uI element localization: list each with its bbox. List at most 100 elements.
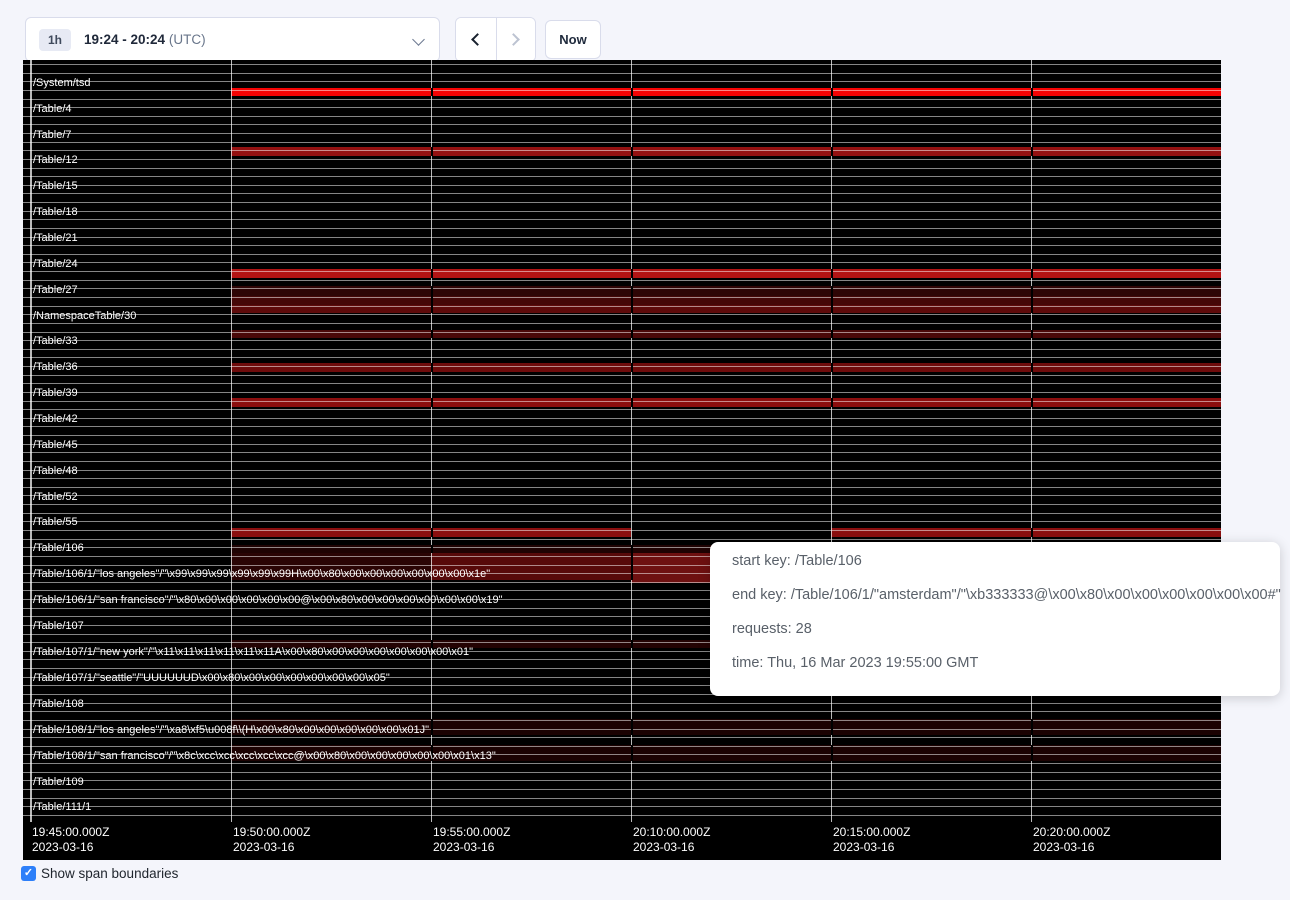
span-boundary-line	[23, 798, 1221, 799]
bucket-boundary-notch	[831, 269, 833, 278]
bucket-boundary-notch	[1031, 305, 1033, 313]
span-boundary-line	[23, 168, 1221, 169]
bucket-boundary-notch	[631, 147, 633, 156]
bucket-boundary-notch	[431, 305, 433, 313]
bucket-boundary-notch	[431, 269, 433, 278]
span-boundary-line	[23, 142, 1221, 143]
bucket-boundary-notch	[431, 545, 433, 553]
span-boundary-line	[23, 513, 1221, 514]
span-boundary-line	[23, 340, 1221, 341]
span-boundary-line	[23, 806, 1221, 807]
bucket-boundary-notch	[1031, 330, 1033, 338]
span-boundary-line	[23, 720, 1221, 721]
show-span-boundaries-label: Show span boundaries	[41, 866, 178, 881]
bucket-boundary-notch	[631, 286, 633, 296]
tooltip-line: end key: /Table/106/1/"amsterdam"/"\xb33…	[732, 578, 1280, 612]
span-boundary-line	[23, 185, 1221, 186]
bucket-boundary-notch	[831, 147, 833, 156]
bucket-boundary-notch	[631, 88, 633, 96]
span-boundary-line	[23, 228, 1221, 229]
span-boundary-line	[23, 383, 1221, 384]
bucket-boundary-notch	[1031, 286, 1033, 296]
bucket-boundary-notch	[1031, 147, 1033, 156]
span-boundary-line	[23, 470, 1221, 471]
span-boundary-line	[23, 314, 1221, 315]
row-label: /Table/109	[33, 776, 84, 789]
bucket-boundary-notch	[631, 553, 633, 580]
chevron-left-icon	[471, 33, 484, 46]
time-range-value: 19:24 - 20:24	[84, 32, 165, 47]
row-label: /Table/55	[33, 516, 78, 529]
next-range-button[interactable]	[496, 18, 536, 61]
bucket-boundary-notch	[831, 745, 833, 761]
bucket-boundary-notch	[1031, 88, 1033, 96]
bucket-boundary-notch	[431, 147, 433, 156]
span-boundary-line	[23, 746, 1221, 747]
bucket-boundary-notch	[631, 363, 633, 372]
bucket-boundary-notch	[431, 286, 433, 296]
span-boundary-line	[23, 237, 1221, 238]
row-label: /Table/108	[33, 698, 84, 711]
tooltip-line: time: Thu, 16 Mar 2023 19:55:00 GMT	[732, 646, 1280, 680]
bucket-boundary-notch	[631, 269, 633, 278]
key-visualizer-heatmap[interactable]: /System/tsd/Table/4/Table/7/Table/12/Tab…	[23, 60, 1221, 860]
bucket-boundary-notch	[631, 745, 633, 761]
show-span-boundaries-checkbox[interactable]: ✓	[21, 866, 36, 881]
bucket-boundary-notch	[831, 286, 833, 296]
row-label: /Table/108/1/"los angeles"/"\xa8\xf5\u00…	[33, 724, 429, 737]
span-boundary-line	[23, 297, 1221, 298]
span-boundary-line	[23, 539, 1221, 540]
bucket-boundary-notch	[631, 296, 633, 305]
span-boundary-line	[23, 64, 1221, 65]
row-label: /Table/33	[33, 335, 78, 348]
bucket-boundary-notch	[631, 545, 633, 553]
span-boundary-line	[23, 815, 1221, 816]
row-label: /Table/18	[33, 206, 78, 219]
bucket-boundary-notch	[631, 640, 633, 648]
row-label: /Table/7	[33, 129, 72, 142]
bucket-boundary-notch	[831, 305, 833, 313]
row-label: /Table/15	[33, 180, 78, 193]
row-label: /Table/42	[33, 413, 78, 426]
span-boundary-line	[23, 703, 1221, 704]
time-gridline	[30, 60, 32, 822]
span-boundary-line	[23, 521, 1221, 522]
x-tick-label: 19:55:00.000Z2023-03-16	[433, 825, 510, 855]
span-boundary-line	[23, 332, 1221, 333]
bucket-boundary-notch	[1031, 745, 1033, 761]
span-boundary-line	[23, 711, 1221, 712]
time-range-selector[interactable]: 1h 19:24 - 20:24 (UTC)	[25, 17, 440, 62]
heatmap-band	[231, 147, 1221, 156]
row-label: /Table/4	[33, 103, 72, 116]
row-label: /Table/106/1/"san francisco"/"\x80\x00\x…	[33, 594, 503, 607]
x-tick-label: 20:20:00.000Z2023-03-16	[1033, 825, 1110, 855]
row-label: /Table/52	[33, 491, 78, 504]
toolbar: 1h 19:24 - 20:24 (UTC) Now	[0, 0, 1290, 62]
span-boundary-line	[23, 107, 1221, 108]
bucket-boundary-notch	[431, 719, 433, 735]
bucket-boundary-notch	[431, 363, 433, 372]
show-span-boundaries-control[interactable]: ✓ Show span boundaries	[21, 866, 178, 881]
row-label: /Table/106	[33, 542, 84, 555]
chevron-down-icon	[412, 33, 425, 46]
row-label: /Table/39	[33, 387, 78, 400]
span-boundary-line	[23, 262, 1221, 263]
bucket-boundary-notch	[1031, 719, 1033, 735]
span-boundary-line	[23, 504, 1221, 505]
span-boundary-line	[23, 202, 1221, 203]
time-gridline	[431, 60, 432, 822]
span-boundary-line	[23, 81, 1221, 82]
now-button[interactable]: Now	[545, 20, 601, 59]
bucket-boundary-notch	[831, 296, 833, 305]
bucket-boundary-notch	[631, 398, 633, 407]
bucket-boundary-notch	[631, 305, 633, 313]
x-tick-label: 19:45:00.000Z2023-03-16	[32, 825, 109, 855]
span-boundary-line	[23, 150, 1221, 151]
tooltip-line: requests: 28	[732, 612, 1280, 646]
row-label: /Table/107	[33, 620, 84, 633]
bucket-boundary-notch	[831, 88, 833, 96]
span-boundary-line	[23, 452, 1221, 453]
prev-range-button[interactable]	[456, 18, 496, 61]
row-label: /Table/36	[33, 361, 78, 374]
row-label: /Table/12	[33, 154, 78, 167]
